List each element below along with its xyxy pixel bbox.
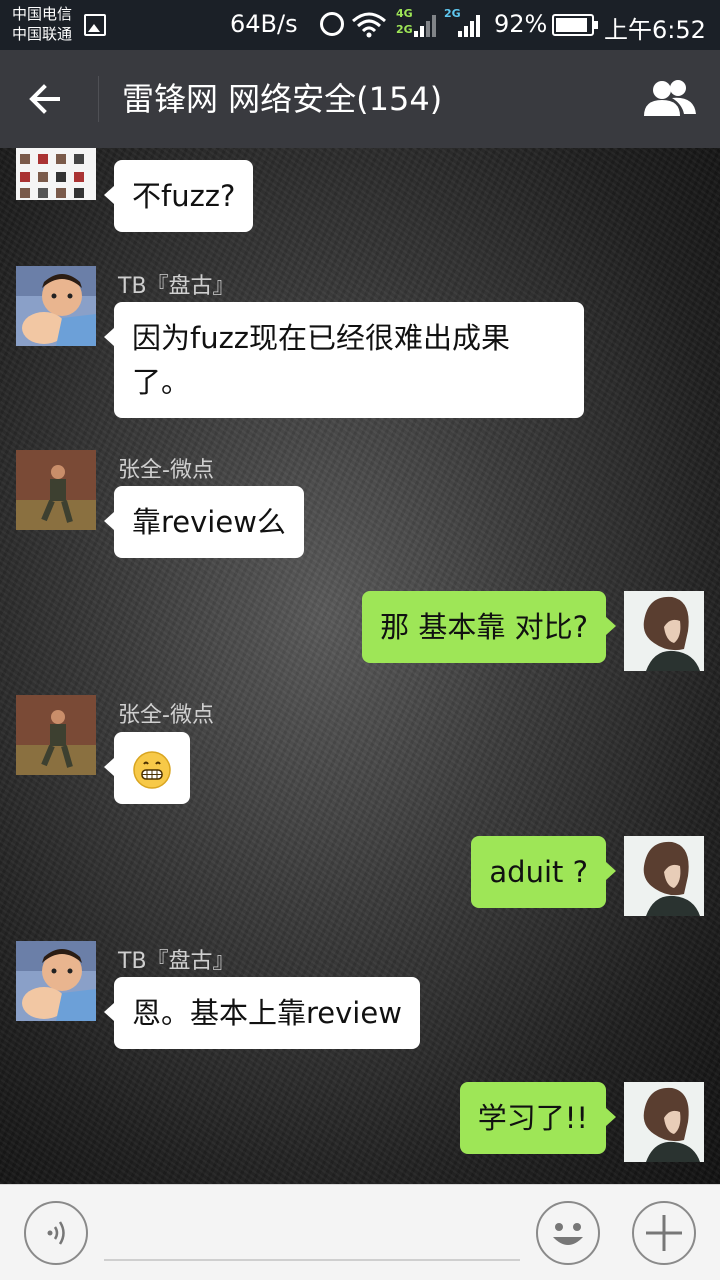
message-bubble[interactable]: 不fuzz? bbox=[103, 160, 254, 232]
avatar-runner[interactable] bbox=[16, 695, 96, 775]
carrier-1: 中国电信 bbox=[12, 5, 73, 23]
avatar-girl[interactable] bbox=[624, 1082, 704, 1162]
back-arrow-icon bbox=[29, 84, 60, 114]
group-members-button[interactable] bbox=[640, 76, 700, 122]
avatar-runner[interactable] bbox=[16, 450, 96, 530]
sim1-net-badge-2: 2G bbox=[396, 23, 413, 36]
alarm-icon bbox=[320, 12, 344, 36]
net-speed: 64B/s bbox=[230, 10, 298, 38]
message-bubble[interactable]: 恩。基本上靠review bbox=[104, 977, 420, 1049]
sender-name: 张全-微点 bbox=[118, 703, 214, 728]
message-bubble-own[interactable]: aduit ? bbox=[471, 836, 616, 908]
carrier-names: 中国电信 中国联通 bbox=[12, 4, 72, 44]
more-button[interactable] bbox=[632, 1201, 696, 1265]
message-list[interactable]: 不fuzz? TB『盘古』 因为fuzz现在已经很难出成果了。 张全-微点 靠r… bbox=[0, 148, 720, 1184]
signal-icon-1 bbox=[414, 13, 438, 37]
message-bubble[interactable]: 靠review么 bbox=[104, 486, 304, 558]
input-bar bbox=[0, 1184, 720, 1280]
back-button[interactable] bbox=[20, 74, 76, 124]
signal-icon-2 bbox=[458, 13, 482, 37]
grin-emoji bbox=[133, 751, 171, 789]
avatar-girl[interactable] bbox=[624, 836, 704, 916]
carrier-2: 中国联通 bbox=[12, 25, 73, 43]
sender-name: TB『盘古』 bbox=[118, 274, 235, 299]
sim1-net-badge: 4G bbox=[396, 7, 413, 20]
message-bubble[interactable] bbox=[104, 732, 190, 804]
emoji-icon bbox=[553, 1223, 583, 1245]
wifi-icon bbox=[352, 12, 386, 38]
sender-name: TB『盘古』 bbox=[118, 949, 235, 974]
message-text: 那 基本靠 对比? bbox=[380, 610, 588, 644]
chat-title: 雷锋网 网络安全(154) bbox=[122, 80, 443, 118]
message-text: 靠review么 bbox=[132, 505, 286, 539]
message-text: 因为fuzz现在已经很难出成果了。 bbox=[132, 321, 511, 399]
avatar-child[interactable] bbox=[16, 266, 96, 346]
sender-name: 张全-微点 bbox=[118, 458, 214, 483]
battery-percent: 92% bbox=[494, 10, 548, 38]
clock: 上午6:52 bbox=[604, 16, 706, 44]
avatar-girl[interactable] bbox=[624, 591, 704, 671]
message-text: 不fuzz? bbox=[132, 179, 236, 213]
status-bar: 中国电信 中国联通 64B/s 4G 2G 2G 92% 上午6:52 bbox=[0, 0, 720, 50]
avatar-child[interactable] bbox=[16, 941, 96, 1021]
message-bubble-own[interactable]: 那 基本靠 对比? bbox=[362, 591, 616, 663]
message-text: 恩。基本上靠review bbox=[132, 996, 402, 1030]
message-text: aduit ? bbox=[489, 855, 588, 889]
chat-header: 雷锋网 网络安全(154) bbox=[0, 50, 720, 148]
emoji-button[interactable] bbox=[536, 1201, 600, 1265]
plus-icon bbox=[646, 1215, 682, 1251]
voice-icon bbox=[47, 1221, 65, 1245]
header-divider bbox=[98, 76, 99, 122]
battery-icon bbox=[552, 14, 598, 36]
message-input[interactable] bbox=[104, 1211, 520, 1261]
voice-button[interactable] bbox=[24, 1201, 88, 1265]
battery-fill bbox=[556, 18, 587, 32]
avatar-grid[interactable] bbox=[16, 148, 96, 200]
message-text: 学习了!! bbox=[477, 1101, 588, 1135]
message-bubble[interactable]: 因为fuzz现在已经很难出成果了。 bbox=[104, 302, 584, 418]
gallery-icon bbox=[84, 14, 106, 36]
group-members-icon bbox=[644, 80, 696, 116]
message-bubble-own[interactable]: 学习了!! bbox=[459, 1082, 617, 1154]
